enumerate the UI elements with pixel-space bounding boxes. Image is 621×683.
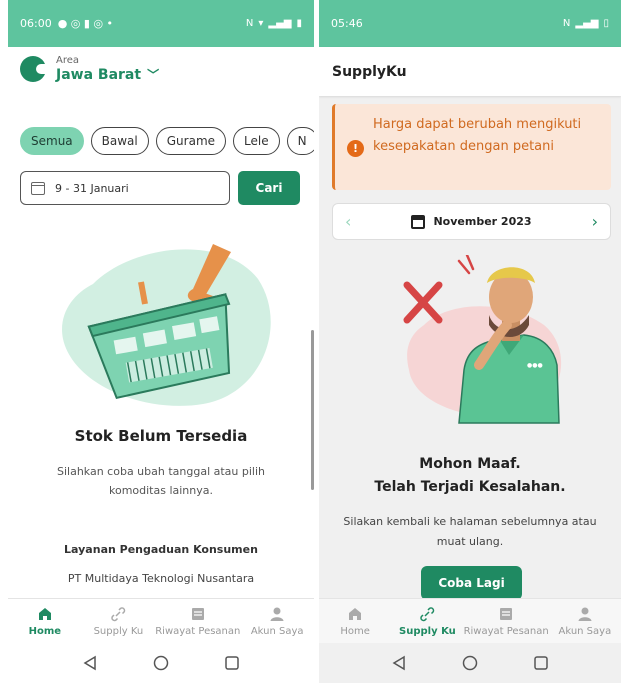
calendar-icon [31, 181, 45, 195]
app-title: SupplyKu [319, 47, 621, 96]
recents-icon[interactable] [533, 655, 549, 671]
nav-akun-saya[interactable]: Akun Saya [549, 599, 621, 643]
chip-semua[interactable]: Semua [20, 127, 84, 155]
recents-icon[interactable] [224, 655, 240, 671]
area-caption: Area [56, 55, 80, 66]
date-range-value: 9 - 31 Januari [55, 181, 129, 195]
signal-icon: ▂▄▆ [575, 18, 599, 29]
link-icon [110, 606, 126, 622]
chip-gurame[interactable]: Gurame [155, 127, 227, 155]
status-time: 06:00 [20, 17, 52, 30]
alert-text: Harga dapat berubah mengikuti kesepakata… [373, 117, 582, 154]
date-range-field[interactable]: 9 - 31 Januari [20, 171, 230, 205]
nav-supply-ku[interactable]: Supply Ku [82, 599, 156, 643]
nav-home[interactable]: Home [8, 599, 82, 643]
complaint-service-title: Layanan Pengaduan Konsumen [64, 543, 258, 556]
receipt-icon [498, 606, 514, 622]
chevron-right-icon[interactable]: › [592, 212, 598, 231]
empty-state-description: Silahkan coba ubah tanggal atau pilih ko… [56, 465, 266, 497]
nav-riwayat-pesanan[interactable]: Riwayat Pesanan [464, 599, 549, 643]
month-label: November 2023 [433, 215, 532, 228]
nfc-icon: N [245, 18, 254, 29]
home-circle-icon[interactable] [462, 655, 478, 671]
error-title-line2: Telah Terjadi Kesalahan. [374, 479, 566, 495]
empty-basket-illustration [62, 244, 271, 406]
area-value: Jawa Barat [56, 66, 142, 83]
svg-text:●●●: ●●● [527, 362, 543, 369]
receipt-icon [190, 606, 206, 622]
nav-riwayat-pesanan[interactable]: Riwayat Pesanan [155, 599, 240, 643]
chip-lele[interactable]: Lele [233, 127, 280, 155]
nav-supply-ku-label: Supply Ku [93, 625, 144, 637]
nav-supply-ku[interactable]: Supply Ku [391, 599, 463, 643]
status-bar: 05:46 N ▂▄▆ ▯ [319, 0, 621, 47]
error-title: Mohon Maaf. Telah Terjadi Kesalahan. [319, 453, 621, 499]
system-navigation [8, 643, 314, 683]
bottom-navigation: Home Supply Ku Riwayat Pesanan Akun Saya [319, 598, 621, 643]
calendar-icon [411, 214, 426, 229]
back-icon[interactable] [391, 655, 407, 671]
link-icon [419, 606, 435, 622]
notification-icons: ● ◎ ▮ ◎ • [57, 17, 114, 30]
nav-supply-ku-label: Supply Ku [399, 625, 456, 637]
complaint-company-name: PT Multidaya Teknologi Nusantara [67, 572, 255, 585]
area-selector[interactable]: Area Jawa Barat ﹀ [20, 55, 159, 83]
retry-button[interactable]: Coba Lagi [421, 566, 522, 600]
back-icon[interactable] [82, 655, 98, 671]
home-icon [37, 606, 53, 622]
battery-icon: ▯ [603, 18, 609, 29]
scrollbar[interactable] [311, 330, 314, 490]
home-circle-icon[interactable] [153, 655, 169, 671]
chevron-left-icon[interactable]: ‹ [345, 212, 351, 231]
system-navigation [319, 643, 621, 683]
commodity-filter-chips: Semua Bawal Gurame Lele N [20, 127, 314, 155]
chip-more[interactable]: N [286, 127, 314, 155]
left-phone-screen: 06:00 ● ◎ ▮ ◎ • N ▾ ▂▄▆ ▮ Area Jawa Bara… [8, 0, 314, 683]
nfc-icon: N [562, 18, 571, 29]
app-logo-icon [20, 56, 48, 82]
status-bar: 06:00 ● ◎ ▮ ◎ • N ▾ ▂▄▆ ▮ [8, 0, 314, 47]
status-time: 05:46 [331, 17, 363, 30]
empty-state-title: Stok Belum Tersedia [74, 427, 248, 445]
month-selector: ‹ November 2023 › [332, 203, 611, 240]
home-icon [347, 606, 363, 622]
confused-man-illustration: ●●● [403, 255, 562, 424]
warning-icon: ! [347, 140, 364, 157]
nav-home-label: Home [340, 625, 370, 637]
nav-akun-saya-label: Akun Saya [558, 625, 612, 637]
battery-icon: ▮ [296, 18, 302, 29]
nav-home-label: Home [28, 625, 62, 637]
chip-bawal[interactable]: Bawal [90, 127, 149, 155]
bottom-navigation: Home Supply Ku Riwayat Pesanan Akun Saya [8, 598, 314, 643]
error-description: Silakan kembali ke halaman sebelumnya at… [343, 515, 597, 548]
nav-riwayat-pesanan-label: Riwayat Pesanan [463, 625, 549, 637]
nav-riwayat-pesanan-label: Riwayat Pesanan [155, 625, 241, 637]
price-warning-alert: ! Harga dapat berubah mengikuti kesepaka… [332, 104, 611, 190]
user-icon [269, 606, 285, 622]
user-icon [577, 606, 593, 622]
nav-akun-saya[interactable]: Akun Saya [240, 599, 314, 643]
signal-icon: ▂▄▆ [268, 18, 292, 29]
wifi-icon: ▾ [258, 18, 264, 29]
system-status-icons: N ▾ ▂▄▆ ▮ [246, 18, 302, 29]
error-title-line1: Mohon Maaf. [419, 456, 521, 472]
nav-akun-saya-label: Akun Saya [250, 625, 304, 637]
chevron-down-icon: ﹀ [147, 68, 160, 82]
search-button[interactable]: Cari [238, 171, 300, 205]
right-phone-screen: 05:46 N ▂▄▆ ▯ SupplyKu ! Harga dapat ber… [319, 0, 621, 683]
system-status-icons: N ▂▄▆ ▯ [563, 18, 609, 29]
nav-home[interactable]: Home [319, 599, 391, 643]
